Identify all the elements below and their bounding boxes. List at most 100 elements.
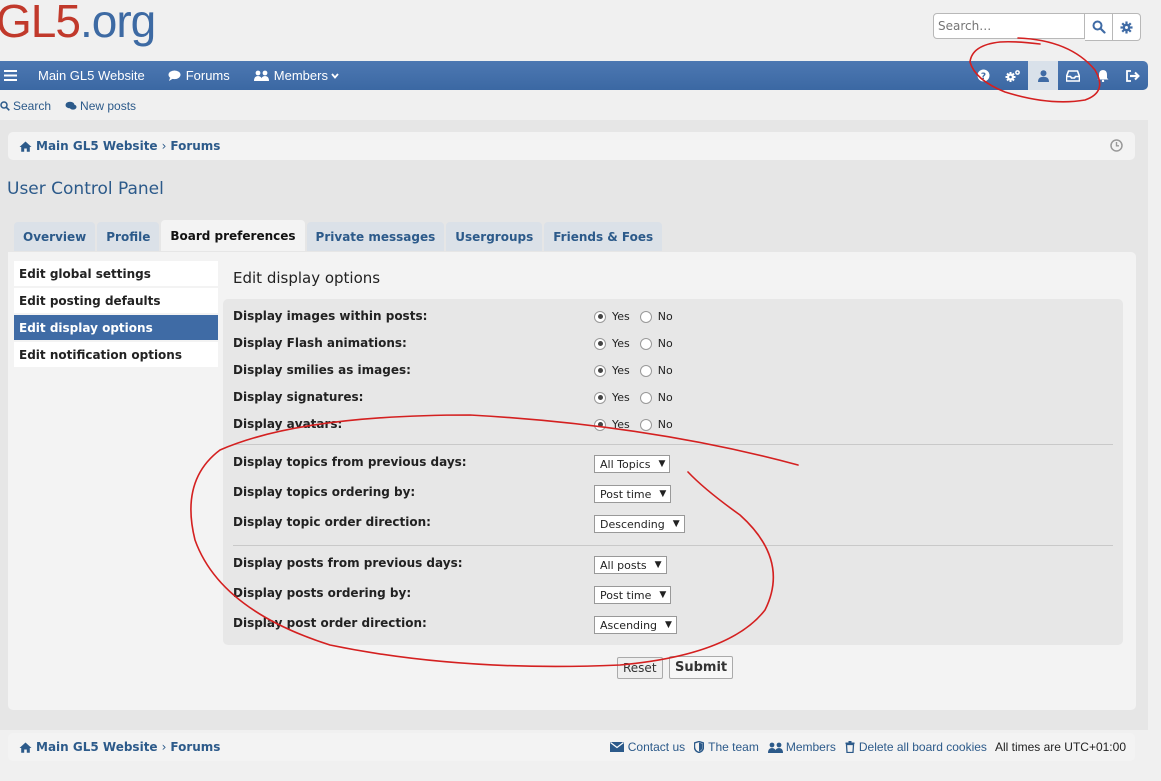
new-posts-link[interactable]: New posts <box>65 99 136 113</box>
chevron-down-icon <box>331 72 339 79</box>
contact-us-link[interactable]: Contact us <box>609 740 686 754</box>
radio-yes-label: Yes <box>612 418 630 431</box>
private-messages-button[interactable] <box>1058 61 1088 90</box>
breadcrumb-separator: › <box>161 139 167 153</box>
the-team-link[interactable]: The team <box>694 740 759 754</box>
radio-yes-label: Yes <box>612 364 630 377</box>
acp-button[interactable] <box>998 61 1028 90</box>
logo-text-org: .org <box>79 0 156 47</box>
tab-board-preferences[interactable]: Board preferences <box>161 220 305 251</box>
tab-overview[interactable]: Overview <box>14 222 96 251</box>
sign-out-icon <box>1126 69 1140 82</box>
form-divider <box>233 545 1113 546</box>
shield-icon <box>694 741 705 753</box>
dropdown-arrow-icon: ▼ <box>659 590 667 600</box>
footer-breadcrumb-forums[interactable]: Forums <box>170 740 220 754</box>
breadcrumb-home[interactable]: Main GL5 Website <box>36 139 158 153</box>
logout-button[interactable] <box>1118 61 1148 90</box>
search-icon <box>1092 20 1106 34</box>
nav-main-site[interactable]: Main GL5 Website <box>38 61 145 90</box>
topic-sort-dir-select[interactable]: Descending ▼ <box>594 515 685 533</box>
radio-yes-label: Yes <box>612 337 630 350</box>
radio-no[interactable] <box>639 418 652 431</box>
contact-us-label: Contact us <box>627 740 686 754</box>
radio-yes[interactable] <box>594 391 606 404</box>
new-posts-label: New posts <box>80 99 137 113</box>
breadcrumb-forums[interactable]: Forums <box>170 139 220 153</box>
tab-usergroups[interactable]: Usergroups <box>446 222 543 251</box>
nav-forums[interactable]: Forums <box>168 61 230 90</box>
bell-icon <box>1097 70 1109 82</box>
nav-main-site-label: Main GL5 Website <box>38 68 145 83</box>
comment-icon <box>168 70 181 81</box>
faq-button[interactable]: ? <box>968 61 998 90</box>
nav-members[interactable]: Members <box>253 61 339 90</box>
radio-no[interactable] <box>639 391 652 404</box>
notifications-button[interactable] <box>1088 61 1118 90</box>
option-label: Display signatures: <box>233 390 364 404</box>
tab-profile[interactable]: Profile <box>97 222 160 251</box>
delete-cookies-link[interactable]: Delete all board cookies <box>845 740 987 754</box>
radio-no[interactable] <box>639 337 652 350</box>
dropdown-arrow-icon: ▼ <box>654 560 662 570</box>
search-input[interactable] <box>933 13 1085 39</box>
clock-icon[interactable] <box>1110 139 1123 152</box>
radio-yes-label: Yes <box>612 310 630 323</box>
post-days-select[interactable]: All posts ▼ <box>594 556 667 574</box>
post-sort-dir-select[interactable]: Ascending ▼ <box>594 616 677 634</box>
option-label: Display topics ordering by: <box>233 485 416 499</box>
delete-cookies-label: Delete all board cookies <box>858 740 987 754</box>
radio-yes[interactable] <box>594 310 606 323</box>
tab-private-messages[interactable]: Private messages <box>306 222 445 251</box>
side-item-display-options[interactable]: Edit display options <box>14 315 218 340</box>
radio-no-label: No <box>657 310 673 323</box>
radio-yes[interactable] <box>594 337 606 350</box>
radio-no[interactable] <box>639 310 652 323</box>
side-item-global-settings[interactable]: Edit global settings <box>14 261 218 286</box>
dropdown-arrow-icon: ▼ <box>665 620 672 630</box>
footer-breadcrumb-home[interactable]: Main GL5 Website <box>36 740 158 754</box>
ucp-side-menu: Edit global settings Edit posting defaul… <box>14 261 218 369</box>
page-title: User Control Panel <box>7 179 164 199</box>
option-label: Display Flash animations: <box>233 336 407 350</box>
hamburger-icon <box>4 70 17 81</box>
option-label: Display topic order direction: <box>233 515 431 529</box>
inbox-icon <box>1066 69 1080 82</box>
topic-days-select[interactable]: All Topics ▼ <box>594 455 671 473</box>
tab-friends-foes[interactable]: Friends & Foes <box>544 222 663 251</box>
post-sort-by-select[interactable]: Post time ▼ <box>594 586 672 604</box>
the-team-label: The team <box>708 740 759 754</box>
members-label: Members <box>785 740 836 754</box>
search-icon <box>0 101 10 111</box>
user-icon <box>1037 69 1049 82</box>
option-label: Display images within posts: <box>233 309 428 323</box>
topic-sort-by-select[interactable]: Post time ▼ <box>594 485 672 503</box>
radio-no[interactable] <box>639 364 652 377</box>
radio-yes[interactable] <box>594 418 606 431</box>
submit-button[interactable]: Submit <box>669 656 734 679</box>
select-value: Post time <box>600 487 652 501</box>
radio-no-label: No <box>657 418 673 431</box>
select-value: All posts <box>600 558 647 572</box>
quick-search-link[interactable]: Search <box>0 99 51 113</box>
users-icon <box>253 70 269 81</box>
reset-button[interactable]: Reset <box>617 657 663 679</box>
comments-icon <box>65 101 77 110</box>
site-logo[interactable]: GL5.org <box>0 0 156 48</box>
menu-toggle-button[interactable] <box>0 61 24 90</box>
user-control-panel-button[interactable] <box>1028 61 1058 90</box>
search-button[interactable] <box>1085 13 1113 41</box>
select-value: Descending <box>600 517 665 531</box>
radio-yes[interactable] <box>594 364 606 377</box>
advanced-search-button[interactable] <box>1113 13 1141 41</box>
radio-group-signatures: Yes No <box>594 391 683 404</box>
side-item-notification-options[interactable]: Edit notification options <box>14 342 218 367</box>
home-icon <box>19 141 32 152</box>
side-item-posting-defaults[interactable]: Edit posting defaults <box>14 288 218 313</box>
select-value: Ascending <box>600 618 658 632</box>
ucp-tabs: Overview Profile Board preferences Priva… <box>14 220 664 251</box>
header-search <box>933 13 1141 41</box>
members-link[interactable]: Members <box>767 740 836 754</box>
question-circle-icon: ? <box>977 69 989 82</box>
section-title: Edit display options <box>233 269 381 287</box>
